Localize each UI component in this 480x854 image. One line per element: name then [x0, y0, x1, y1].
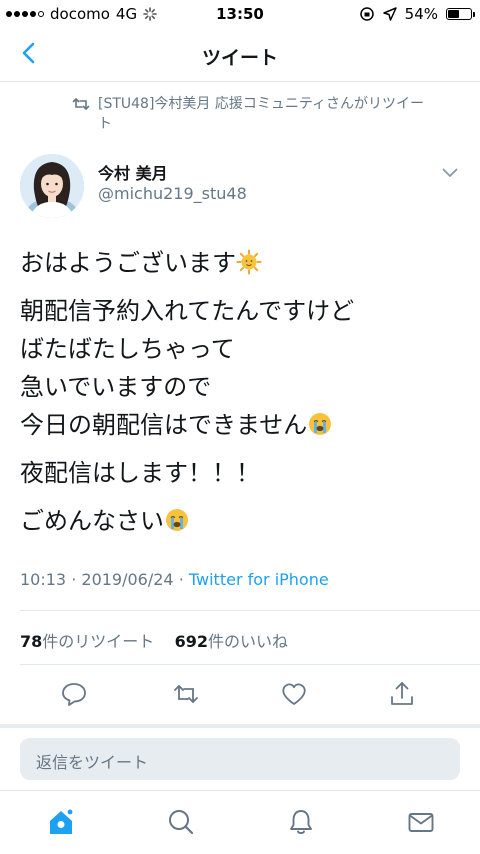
- tweet-paragraph: 朝配信予約入れてたんですけど ばたばたしちゃって 急いでいますので 今日の朝配信…: [20, 297, 355, 439]
- messages-envelope-icon[interactable]: [406, 807, 436, 837]
- retweeted-by-label[interactable]: [STU48]今村美月 応援コミュニティさんがリツイート: [98, 94, 428, 134]
- crying-face-emoji-icon: [309, 413, 332, 435]
- retweet-icon: [72, 98, 90, 110]
- orientation-lock-icon: [359, 7, 374, 21]
- status-icons: 54%: [359, 5, 475, 23]
- battery-percent: 54%: [404, 5, 438, 23]
- retweets-count-link[interactable]: 78件のリツイート: [20, 632, 154, 651]
- likes-count-link[interactable]: 692件のいいね: [175, 632, 288, 651]
- sun-emoji-icon: [236, 249, 262, 275]
- tweet-actions: [0, 676, 480, 716]
- tweet-paragraph: ごめんなさい: [20, 502, 460, 540]
- location-icon: [382, 7, 397, 21]
- page-title: ツイート: [201, 47, 278, 69]
- meta-separator: ·: [178, 570, 184, 589]
- tweet-paragraph: おはようございます: [20, 244, 460, 282]
- tab-bar: [0, 790, 480, 854]
- section-separator: [0, 724, 480, 728]
- share-icon[interactable]: [388, 680, 416, 708]
- notifications-bell-icon[interactable]: [286, 807, 316, 837]
- reply-input[interactable]: 返信をツイート: [20, 738, 460, 780]
- divider: [20, 664, 480, 665]
- search-icon[interactable]: [166, 807, 196, 837]
- tweet-source-link[interactable]: Twitter for iPhone: [189, 570, 329, 589]
- author-handle[interactable]: @michu219_stu48: [98, 184, 247, 203]
- retweet-icon[interactable]: [172, 680, 200, 708]
- avatar[interactable]: [20, 154, 84, 218]
- tweet-text: おはようございます 朝配信予約入れてたんですけど ばたばたしちゃって 急いでいま…: [20, 244, 460, 540]
- tweet-time: 10:13: [20, 570, 67, 589]
- crying-face-emoji-icon: [166, 509, 188, 531]
- reply-icon[interactable]: [60, 680, 88, 708]
- home-icon[interactable]: [46, 807, 76, 837]
- engagement-counts: 78件のリツイート 692件のいいね: [20, 628, 288, 652]
- tweet-paragraph: 夜配信はします！！！: [20, 459, 260, 487]
- battery-icon: [446, 8, 475, 20]
- status-bar: docomo 4G 13:50 54%: [0, 0, 480, 28]
- divider: [20, 610, 480, 611]
- tweet-meta: 10:13 · 2019/06/24 · Twitter for iPhone: [20, 570, 329, 589]
- like-heart-icon[interactable]: [280, 680, 308, 708]
- meta-separator: ·: [71, 570, 77, 589]
- navigation-bar: ツイート: [0, 28, 480, 82]
- chevron-down-icon[interactable]: [442, 168, 458, 178]
- tweet-date: 2019/06/24: [81, 570, 174, 589]
- author-name[interactable]: 今村 美月: [98, 160, 168, 184]
